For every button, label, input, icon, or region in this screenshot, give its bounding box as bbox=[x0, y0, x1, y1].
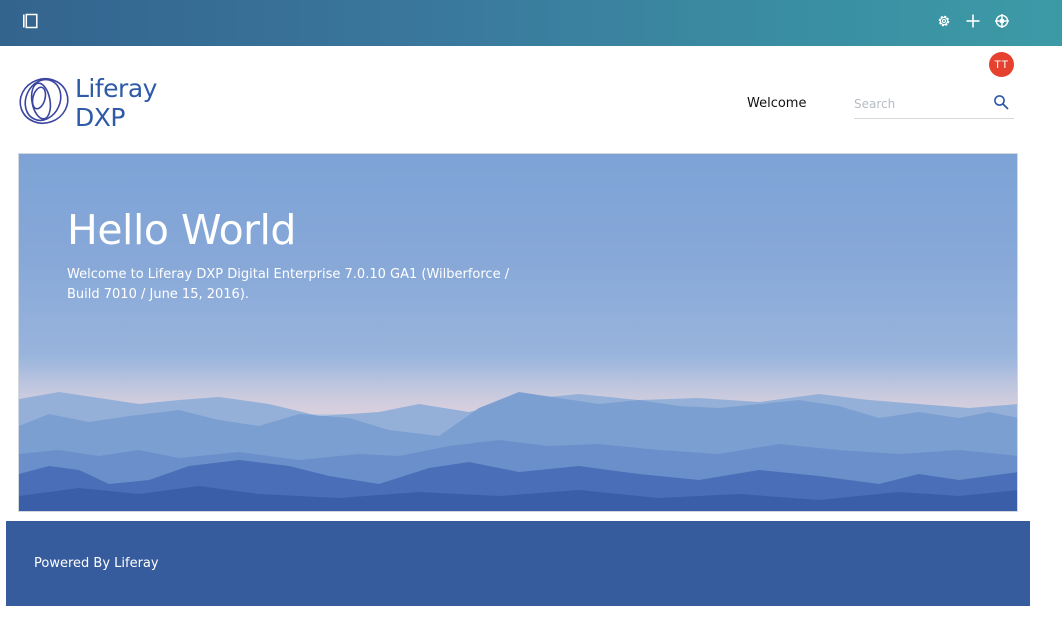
hero-description: Welcome to Liferay DXP Digital Enterpris… bbox=[67, 267, 510, 302]
search-bar bbox=[854, 90, 1014, 119]
simulation-icon bbox=[995, 13, 1009, 33]
configure-button[interactable] bbox=[931, 10, 957, 36]
sidebar-toggle-icon bbox=[22, 13, 38, 34]
site-name: Liferay DXP bbox=[75, 74, 157, 132]
user-avatar[interactable]: TT bbox=[989, 52, 1014, 77]
gear-icon bbox=[937, 14, 951, 33]
add-button[interactable] bbox=[960, 10, 986, 36]
hero-banner: Hello World Welcome to Liferay DXP Digit… bbox=[18, 153, 1018, 512]
control-menu bbox=[0, 0, 1062, 46]
simulation-button[interactable] bbox=[989, 10, 1015, 36]
search-icon[interactable] bbox=[993, 94, 1009, 110]
plus-icon bbox=[966, 14, 980, 33]
liferay-logo-icon bbox=[17, 74, 71, 133]
site-logo-link[interactable]: Liferay DXP bbox=[17, 74, 207, 133]
sidebar-toggle-button[interactable] bbox=[17, 10, 43, 36]
avatar-initials: TT bbox=[994, 58, 1009, 71]
page-footer: Powered By Liferay bbox=[6, 521, 1030, 606]
search-input[interactable] bbox=[854, 93, 989, 115]
footer-powered-by: Powered By Liferay bbox=[34, 556, 159, 571]
nav-item-welcome[interactable]: Welcome bbox=[747, 96, 806, 111]
hero-title: Hello World bbox=[67, 206, 296, 254]
